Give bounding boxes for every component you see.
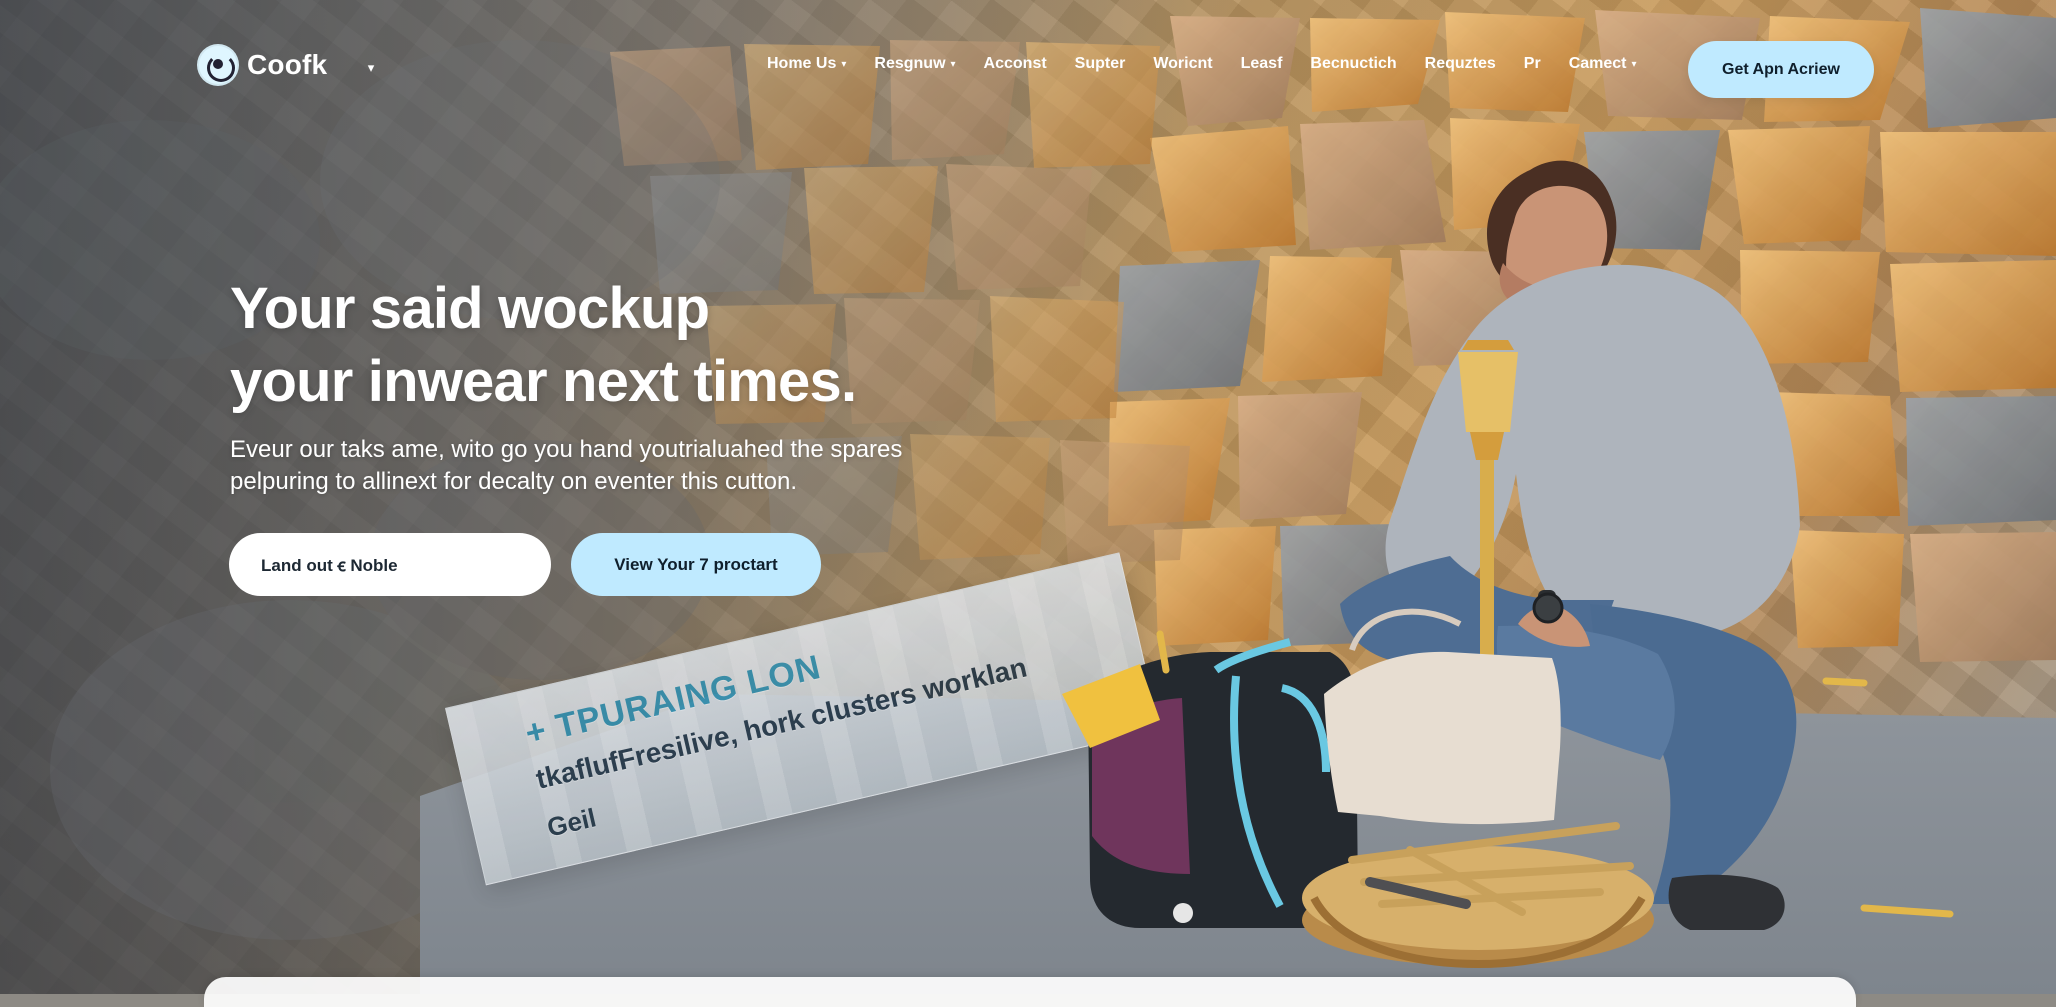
chevron-down-icon: ▾ [950, 59, 956, 70]
nav-pr[interactable]: Pr [1524, 55, 1541, 73]
land-out-noble-button[interactable]: Land out ꞓ Noble [229, 533, 551, 596]
nav-home-us[interactable]: Home Us ▾ [767, 55, 846, 73]
view-your-product-button[interactable]: View Your 7 proctart [571, 533, 821, 596]
nav-acconst-label: Acconst [983, 55, 1047, 72]
bottom-content-panel [204, 977, 1856, 1007]
nav-woricnt-label: Woricnt [1153, 55, 1213, 72]
chevron-down-icon: ▾ [841, 59, 847, 70]
brand-logo-link[interactable]: Coofk [197, 44, 327, 86]
nav-leasf-label: Leasf [1240, 55, 1283, 72]
nav-pr-label: Pr [1523, 55, 1541, 72]
nav-becnuctich[interactable]: Becnuctich [1310, 55, 1396, 73]
nav-camect-label: Camect [1568, 55, 1627, 72]
chevron-down-icon: ▾ [1631, 59, 1637, 70]
nav-acconst[interactable]: Acconst [984, 55, 1047, 73]
brand-name: Coofk [247, 49, 328, 80]
get-app-review-button[interactable]: Get Apn Acriew [1688, 41, 1874, 98]
nav-resgnuw[interactable]: Resgnuw ▾ [874, 55, 955, 73]
nav-camect[interactable]: Camect ▾ [1569, 55, 1637, 73]
nav-supter-label: Supter [1074, 55, 1126, 72]
nav-requztes-label: Requztes [1424, 55, 1496, 72]
chevron-down-icon[interactable]: ▾ [362, 58, 380, 76]
hero-subtext: Eveur our taks ame, wito go you hand you… [230, 434, 1010, 498]
hero-headline-line-2: your inwear next times. [230, 349, 857, 414]
nav-home-us-label: Home Us [767, 55, 837, 72]
hero-actions: Land out ꞓ Noble View Your 7 proctart [229, 533, 821, 596]
nav-requztes[interactable]: Requztes [1425, 55, 1496, 73]
hero-headline: Your said wockup your inwear next times. [230, 272, 1010, 418]
nav-links: Home Us ▾ Resgnuw ▾ Acconst Supter Woric… [767, 55, 1637, 73]
nav-becnuctich-label: Becnuctich [1310, 55, 1397, 72]
hero-headline-line-1: Your said wockup [230, 276, 710, 341]
nav-woricnt[interactable]: Woricnt [1153, 55, 1212, 73]
nav-resgnuw-label: Resgnuw [874, 55, 946, 72]
logo-icon [197, 44, 239, 86]
top-navigation: Coofk ▾ Home Us ▾ Resgnuw ▾ Acconst Supt… [0, 30, 2056, 110]
nav-leasf[interactable]: Leasf [1241, 55, 1283, 73]
nav-supter[interactable]: Supter [1075, 55, 1126, 73]
sign-line-3: Geil [544, 802, 599, 843]
hero-subtext-line-1: Eveur our taks ame, wito go you hand you… [230, 436, 903, 463]
hero-copy: Your said wockup your inwear next times.… [230, 272, 1010, 498]
hero-subtext-line-2: pelpuring to allinext for decalty on eve… [230, 468, 797, 495]
